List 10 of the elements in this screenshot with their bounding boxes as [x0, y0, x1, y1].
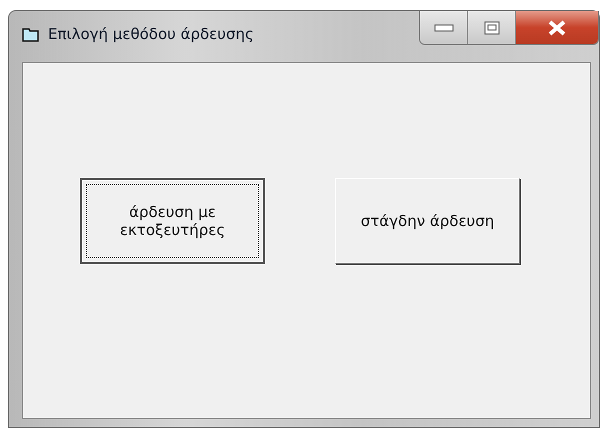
minimize-icon [434, 24, 454, 32]
window-title: Επιλογή μεθόδου άρδευσης [48, 25, 254, 43]
close-icon [547, 20, 567, 36]
maximize-icon [484, 20, 500, 34]
minimize-button[interactable] [420, 11, 468, 44]
maximize-button[interactable] [468, 11, 516, 44]
option-button[interactable]: στάγδην άρδευση [335, 178, 520, 264]
option-button[interactable]: άρδευση με εκτοξευτήρες [80, 178, 265, 264]
close-button[interactable] [516, 11, 598, 44]
window-icon [22, 27, 40, 43]
